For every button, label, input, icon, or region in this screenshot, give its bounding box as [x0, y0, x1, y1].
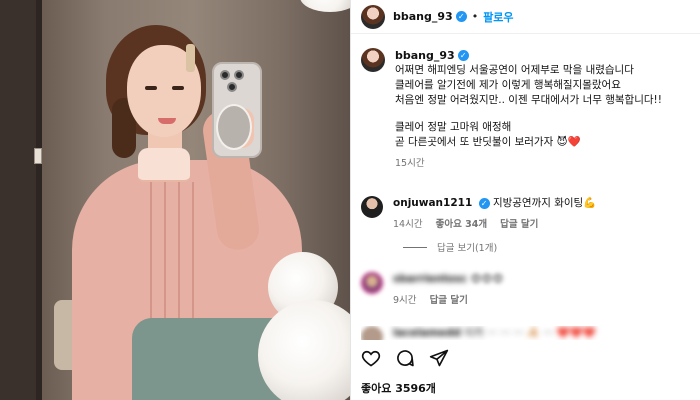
separator-dot: • — [471, 10, 479, 23]
light-switch — [34, 148, 42, 164]
door-frame — [0, 0, 36, 400]
blouse-pleat — [150, 182, 152, 332]
camera-lens — [227, 82, 237, 92]
avatar[interactable] — [361, 326, 383, 340]
phone-grip — [216, 104, 252, 150]
verified-badge-icon: ✓ — [455, 11, 467, 22]
caption-line: 어쩌면 해피엔딩 서울공연이 어제부로 막을 내렸습니다 — [395, 64, 634, 76]
door-edge — [36, 0, 42, 400]
comment-username[interactable]: onjuwan1211 — [393, 197, 472, 209]
caption-line: 클레어를 알기전에 제가 이렇게 행복해질지몰랐어요 — [395, 79, 621, 91]
verified-badge-icon: ✓ — [478, 198, 490, 209]
follow-button[interactable]: 팔로우 — [483, 9, 513, 25]
caption-username[interactable]: bbang_93 — [395, 48, 455, 63]
view-replies-label: 답글 보기(1개) — [437, 243, 498, 254]
hairpin-shape — [186, 44, 195, 72]
avatar[interactable] — [361, 196, 383, 218]
view-replies-toggle[interactable]: 답글 보기(1개) — [403, 240, 497, 254]
comment-item: sbarrientosc 😍😍😍 9시간 답글 달기 — [361, 272, 693, 308]
comment-icon[interactable] — [395, 348, 415, 368]
caption-line: 곧 다른곳에서 또 반딧불이 보러가자 😈❤️ — [395, 136, 581, 148]
heart-icon[interactable] — [361, 348, 381, 368]
share-icon[interactable] — [429, 348, 449, 368]
caption-line: 처음엔 정말 어려웠지만.. 이젠 무대에서가 너무 행복합니다!! — [395, 94, 662, 106]
post-header: bbang_93 ✓ • 팔로우 — [351, 0, 700, 34]
comment-text: 이카 ··· ··· ··· 🦂 ··· ❤️❤️❤️ — [464, 327, 596, 339]
caption-line: 클레어 정말 고마워 애정해 — [395, 121, 512, 133]
blouse-pleat — [178, 182, 180, 332]
eye-shape — [145, 86, 157, 90]
author-username[interactable]: bbang_93 — [393, 10, 453, 23]
comment-username[interactable]: sbarrientosc — [393, 273, 467, 285]
collar-shape — [138, 148, 190, 182]
reply-button[interactable]: 답글 달기 — [430, 295, 468, 306]
caption-timestamp: 15시간 — [395, 158, 425, 169]
blouse-pleat — [164, 182, 166, 332]
verified-badge-icon: ✓ — [457, 50, 469, 61]
replies-divider — [403, 246, 427, 248]
vanity-bulb — [300, 0, 350, 12]
comment-username[interactable]: lacelamedd — [393, 327, 461, 339]
post-photo[interactable] — [0, 0, 350, 400]
action-bar — [361, 348, 449, 368]
eye-shape — [172, 86, 184, 90]
camera-lens — [220, 70, 230, 80]
instagram-post-panel: bbang_93 ✓ • 팔로우 bbang_93 ✓ 어쩌면 해피엔딩 서울공… — [350, 0, 700, 400]
avatar[interactable] — [361, 4, 385, 29]
comment-likes[interactable]: 좋아요 34개 — [436, 219, 488, 230]
blouse-pleat — [192, 182, 194, 332]
comment-timestamp: 9시간 — [393, 295, 417, 306]
comment-item: lacelamedd 이카 ··· ··· ··· 🦂 ··· ❤️❤️❤️ — [361, 326, 693, 340]
avatar[interactable] — [361, 272, 383, 294]
comment-item: onjuwan1211 ✓ 지방공연까지 화이팅💪 14시간 좋아요 34개 답… — [361, 196, 693, 232]
camera-lens — [234, 70, 244, 80]
comment-timestamp: 14시간 — [393, 219, 423, 230]
caption: bbang_93 ✓ 어쩌면 해피엔딩 서울공연이 어제부로 막을 내렸습니다 … — [361, 48, 693, 171]
avatar[interactable] — [361, 48, 385, 72]
likes-count[interactable]: 좋아요 3596개 — [361, 380, 436, 396]
comment-text: 지방공연까지 화이팅💪 — [492, 197, 597, 209]
reply-button[interactable]: 답글 달기 — [500, 219, 538, 230]
comment-text: 😍😍😍 — [470, 273, 504, 285]
